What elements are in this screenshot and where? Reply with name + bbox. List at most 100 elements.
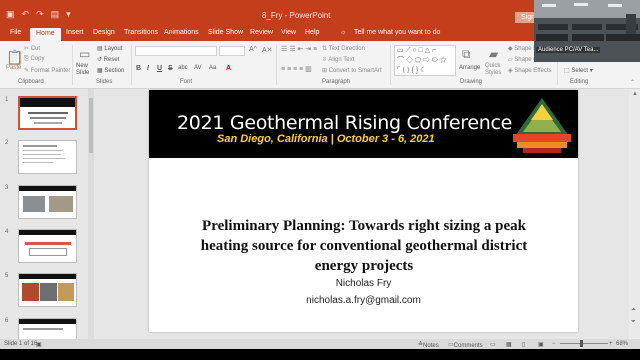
paste-button[interactable]: Paste	[6, 65, 21, 71]
tab-view[interactable]: View	[281, 29, 296, 36]
select-button[interactable]: ⬚ Select ▾	[564, 67, 593, 74]
thumb-number: 3	[5, 185, 9, 191]
tab-slide-show[interactable]: Slide Show	[208, 29, 243, 36]
thumbnails-scroll-thumb[interactable]	[89, 98, 93, 153]
change-case-button[interactable]: Aa	[209, 65, 216, 71]
bold-button[interactable]: B	[136, 65, 141, 72]
zoom-slider[interactable]	[560, 343, 608, 344]
tab-insert[interactable]: Insert	[66, 29, 84, 36]
slide-thumbnail-5[interactable]	[18, 273, 77, 307]
format-painter-button[interactable]: ✎ Format Painter	[24, 67, 70, 74]
cut-label: Cut	[30, 46, 41, 52]
select-label: Select	[571, 68, 589, 74]
tab-transitions[interactable]: Transitions	[124, 29, 158, 36]
thumb-photo	[49, 196, 73, 212]
slide-thumbnail-4[interactable]	[18, 229, 77, 263]
slide-thumbnail-6[interactable]	[18, 318, 77, 339]
zoom-level[interactable]: 68%	[616, 341, 628, 347]
arrange-icon[interactable]: ⧉	[462, 47, 471, 62]
new-slide-button[interactable]: New Slide	[76, 63, 96, 77]
scroll-up-icon[interactable]: ▲	[632, 91, 638, 97]
thumb-banner	[20, 98, 75, 107]
undo-icon[interactable]: ↶	[22, 9, 30, 20]
arrange-button[interactable]: Arrange	[459, 65, 480, 71]
new-slide-icon[interactable]: ▭	[79, 47, 90, 61]
slide-scrollbar[interactable]: ▲ ⏶ ⏷	[629, 89, 640, 339]
font-size-dropdown[interactable]	[219, 46, 245, 56]
ribbon-divider	[390, 45, 391, 85]
text-direction-label: Text Direction	[328, 46, 365, 52]
slide-title[interactable]: Preliminary Planning: Towards right sizi…	[179, 216, 549, 276]
align-icon[interactable]: ≡ ≡ ≡ ≡ ▥	[281, 65, 312, 73]
slide-thumbnail-3[interactable]	[18, 185, 77, 219]
text-direction-button[interactable]: ⇅ Text Direction	[322, 45, 365, 52]
normal-view-icon[interactable]: ▭	[490, 341, 496, 348]
tell-me-search[interactable]: Tell me what you want to do	[354, 29, 440, 36]
comments-button[interactable]: ▭ Comments	[448, 341, 483, 349]
author-name[interactable]: Nicholas Fry	[149, 278, 578, 289]
thumb-line	[23, 328, 63, 330]
underline-button[interactable]: U	[157, 65, 162, 72]
align-text-label: Align Text	[328, 57, 355, 63]
smartart-button[interactable]: ⊞ Convert to SmartArt	[322, 67, 382, 74]
save-icon[interactable]: ▣	[6, 9, 15, 20]
tab-help[interactable]: Help	[305, 29, 319, 36]
lightbulb-icon: ☼	[340, 29, 347, 36]
redo-icon[interactable]: ↷	[36, 9, 44, 20]
slideshow-view-icon[interactable]: ▣	[538, 341, 544, 348]
font-color-button[interactable]: A	[226, 65, 231, 72]
paragraph-group-label: Paragraph	[322, 79, 351, 85]
shapes-gallery[interactable]: ▭ ⟋ ○ □ △ ⌐ ⌒ ◇ ⬠ ⇨ ⬭ ☆ ⌜ ⟨ ⟩ { } ☾	[394, 45, 456, 76]
quick-styles-button[interactable]: Quick Styles	[485, 63, 505, 77]
zoom-slider-thumb[interactable]	[580, 340, 583, 347]
present-icon[interactable]: ▤	[51, 9, 60, 20]
slide-thumbnail-2[interactable]	[18, 140, 77, 174]
clear-format-icon[interactable]: A✕	[262, 46, 273, 54]
reading-view-icon[interactable]: ▯	[522, 341, 525, 348]
section-button[interactable]: ▦ Section	[97, 67, 124, 74]
notes-button[interactable]: ≙ Notes	[418, 341, 439, 349]
thumb-line	[23, 154, 61, 155]
tab-home[interactable]: Home	[30, 28, 61, 41]
char-spacing-button[interactable]: AV	[194, 65, 202, 71]
ribbon-divider	[72, 45, 73, 85]
italic-button[interactable]: I	[147, 65, 149, 72]
align-text-button[interactable]: ⇳ Align Text	[322, 56, 354, 63]
tab-file[interactable]: File	[10, 29, 21, 36]
zoom-in-icon[interactable]: +	[609, 341, 613, 347]
zoom-out-icon[interactable]: −	[552, 341, 556, 347]
next-slide-icon[interactable]: ⏷	[631, 319, 636, 326]
author-email[interactable]: nicholas.a.fry@gmail.com	[149, 295, 578, 306]
layout-button[interactable]: ▤ Layout	[97, 45, 122, 52]
paste-icon[interactable]: 📋	[6, 49, 23, 66]
clipboard-group-label: Clipboard	[18, 79, 44, 85]
tab-design[interactable]: Design	[93, 29, 115, 36]
slide-thumbnails-pane: 1 2 3 4 5 6	[0, 89, 87, 339]
tab-animations[interactable]: Animations	[164, 29, 199, 36]
customize-icon[interactable]: ▾	[66, 9, 71, 20]
editing-group-label: Editing	[570, 79, 589, 85]
shape-effects-button[interactable]: ◈ Shape Effects	[508, 67, 552, 74]
document-title: 8_Fry - PowerPoint	[262, 11, 331, 20]
banner-subtitle: San Diego, California | October 3 - 6, 2…	[217, 133, 435, 145]
copy-button[interactable]: ⎘ Copy	[24, 56, 44, 63]
quick-styles-icon[interactable]: ▰	[489, 47, 498, 61]
cut-button[interactable]: ✂ Cut	[24, 45, 40, 52]
prev-slide-icon[interactable]: ⏶	[631, 307, 636, 314]
collapse-ribbon-icon[interactable]: ⌃	[630, 79, 635, 86]
thumb-line	[30, 117, 66, 119]
reset-button[interactable]: ↺ Reset	[97, 56, 119, 63]
bullets-icon[interactable]: ☰ ☰ ⇤ ⇥ ≡	[281, 45, 317, 53]
thumb-photo	[58, 283, 74, 301]
strikethrough-button[interactable]: S	[168, 65, 173, 72]
font-name-dropdown[interactable]	[135, 46, 217, 56]
thumb-line	[23, 162, 53, 163]
spellcheck-icon[interactable]: ▣	[36, 341, 42, 348]
shadow-button[interactable]: abc	[178, 65, 188, 71]
slide-thumbnail-1[interactable]	[18, 96, 77, 130]
sorter-view-icon[interactable]: ▦	[506, 341, 512, 348]
tab-review[interactable]: Review	[250, 29, 273, 36]
grow-font-icon[interactable]: A^	[249, 46, 257, 53]
thumb-photo	[23, 196, 45, 212]
current-slide[interactable]: 2021 Geothermal Rising Conference San Di…	[149, 90, 578, 332]
